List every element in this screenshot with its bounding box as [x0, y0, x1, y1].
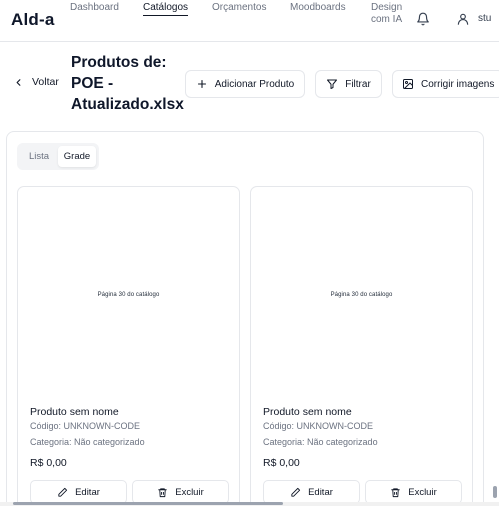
- edit-button[interactable]: Editar: [263, 480, 360, 504]
- pencil-icon: [290, 487, 301, 498]
- chevron-left-icon: [13, 77, 24, 88]
- plus-icon: [196, 78, 208, 90]
- vertical-scrollbar-thumb[interactable]: [493, 486, 497, 498]
- product-category: Categoria: Não categorizado: [30, 437, 145, 447]
- delete-button[interactable]: Excluir: [132, 480, 229, 504]
- brand-logo[interactable]: Ald-a: [11, 10, 55, 30]
- horizontal-scrollbar-thumb[interactable]: [13, 502, 283, 505]
- product-name: Produto sem nome: [30, 406, 119, 418]
- view-list-tab[interactable]: Lista: [20, 146, 58, 167]
- edit-button[interactable]: Editar: [30, 480, 127, 504]
- filter-button[interactable]: Filtrar: [315, 70, 382, 98]
- nav-dashboard[interactable]: Dashboard: [70, 2, 119, 14]
- trash-icon: [390, 487, 401, 498]
- add-product-button[interactable]: Adicionar Produto: [185, 70, 305, 98]
- fix-images-button[interactable]: Corrigir imagens: [392, 70, 499, 98]
- user-name[interactable]: stu: [478, 13, 491, 24]
- top-navbar: Ald-a Dashboard Catálogos Orçamentos Moo…: [0, 0, 499, 42]
- nav-catalogos[interactable]: Catálogos: [143, 2, 189, 16]
- product-image-caption: Página 30 do catálogo: [330, 292, 393, 298]
- fix-images-label: Corrigir imagens: [421, 78, 495, 90]
- view-grid-tab[interactable]: Grade: [58, 146, 96, 167]
- pencil-icon: [57, 487, 68, 498]
- product-code: Código: UNKNOWN-CODE: [30, 421, 141, 431]
- product-code: Código: UNKNOWN-CODE: [263, 421, 374, 431]
- product-image: Página 30 do catálogo: [251, 187, 472, 403]
- delete-button[interactable]: Excluir: [365, 480, 462, 504]
- view-toggle: Lista Grade: [17, 143, 99, 170]
- bell-icon[interactable]: [416, 12, 430, 26]
- product-name: Produto sem nome: [263, 406, 352, 418]
- add-product-label: Adicionar Produto: [214, 78, 295, 90]
- trash-icon: [157, 487, 168, 498]
- nav-orcamentos[interactable]: Orçamentos: [212, 2, 266, 14]
- delete-label: Excluir: [175, 486, 204, 498]
- product-image-caption: Página 30 do catálogo: [97, 292, 160, 298]
- back-label: Voltar: [32, 76, 59, 88]
- product-price: R$ 0,00: [263, 457, 300, 469]
- product-card[interactable]: Página 30 do catálogo Produto sem nome C…: [250, 186, 473, 506]
- nav-moodboards[interactable]: Moodboards: [290, 2, 346, 14]
- page-title: Produtos de: POE - Atualizado.xlsx: [71, 54, 184, 113]
- filter-icon: [326, 78, 338, 90]
- product-image: Página 30 do catálogo: [18, 187, 239, 403]
- user-icon[interactable]: [456, 12, 470, 26]
- edit-label: Editar: [75, 486, 100, 498]
- back-button[interactable]: Voltar: [13, 76, 59, 88]
- product-category: Categoria: Não categorizado: [263, 437, 378, 447]
- product-price: R$ 0,00: [30, 457, 67, 469]
- filter-label: Filtrar: [345, 78, 371, 90]
- nav-design-ia[interactable]: Design com IA: [371, 2, 405, 26]
- product-card[interactable]: Página 30 do catálogo Produto sem nome C…: [17, 186, 240, 506]
- delete-label: Excluir: [408, 486, 437, 498]
- image-icon: [402, 78, 414, 90]
- edit-label: Editar: [308, 486, 333, 498]
